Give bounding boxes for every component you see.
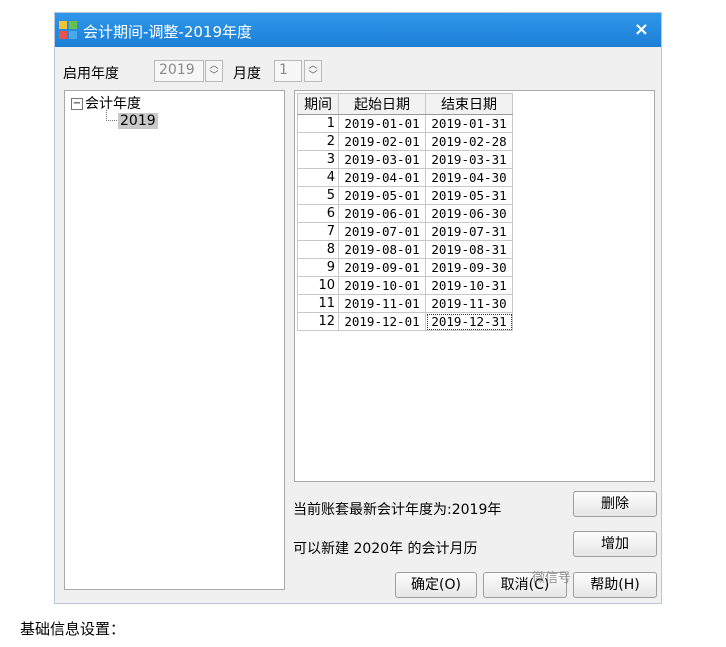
start-date-cell[interactable]: 2019-04-01 <box>338 168 426 187</box>
start-year-label: 启用年度 <box>63 66 119 82</box>
add-button[interactable]: 增加 <box>573 531 657 557</box>
period-cell[interactable]: 8 <box>297 240 339 259</box>
period-cell[interactable]: 10 <box>297 276 339 295</box>
period-cell[interactable]: 7 <box>297 222 339 241</box>
table-row[interactable]: 9 2019-09-01 2019-09-30 <box>297 258 513 277</box>
new-calendar-text: 可以新建 2020年 的会计月历 <box>293 541 478 557</box>
start-year-value: 2019 <box>159 62 195 78</box>
start-date-cell[interactable]: 2019-05-01 <box>338 186 426 205</box>
accounting-period-dialog: 会计期间-调整-2019年度 × 启用年度 2019 ︿ ﹀ 月度 1 ︿ ﹀ … <box>54 12 662 604</box>
ok-button[interactable]: 确定(O) <box>395 572 477 598</box>
watermark: 微信号 <box>532 571 572 586</box>
start-date-cell[interactable]: 2019-06-01 <box>338 204 426 223</box>
spin-down-icon[interactable]: ﹀ <box>308 72 318 81</box>
tree-connector <box>106 110 117 121</box>
start-date-cell[interactable]: 2019-07-01 <box>338 222 426 241</box>
end-date-cell[interactable]: 2019-03-31 <box>425 150 513 169</box>
period-cell[interactable]: 11 <box>297 294 339 313</box>
spin-down-icon[interactable]: ﹀ <box>209 72 219 81</box>
table-row[interactable]: 7 2019-07-01 2019-07-31 <box>297 222 513 241</box>
period-table-panel: 期间 起始日期 结束日期 1 2019-01-01 2019-01-31 2 2019-… <box>294 90 655 482</box>
start-date-cell[interactable]: 2019-12-01 <box>338 312 426 331</box>
table-row[interactable]: 1 2019-01-01 2019-01-31 <box>297 114 513 133</box>
start-date-cell[interactable]: 2019-08-01 <box>338 240 426 259</box>
end-date-cell[interactable]: 2019-07-31 <box>425 222 513 241</box>
table-row[interactable]: 11 2019-11-01 2019-11-30 <box>297 294 513 313</box>
period-cell[interactable]: 9 <box>297 258 339 277</box>
period-cell[interactable]: 3 <box>297 150 339 169</box>
start-date-cell[interactable]: 2019-01-01 <box>338 114 426 133</box>
start-year-field[interactable]: 2019 <box>154 60 204 82</box>
end-date-cell[interactable]: 2019-06-30 <box>425 204 513 223</box>
year-tree: − 会计年度 2019 <box>64 90 285 590</box>
period-cell[interactable]: 5 <box>297 186 339 205</box>
table-row[interactable]: 8 2019-08-01 2019-08-31 <box>297 240 513 259</box>
period-cell[interactable]: 4 <box>297 168 339 187</box>
collapse-icon[interactable]: − <box>71 98 83 110</box>
period-cell[interactable]: 1 <box>297 114 339 133</box>
col-header-end-date[interactable]: 结束日期 <box>425 93 513 115</box>
period-cell[interactable]: 12 <box>297 312 339 331</box>
start-date-cell[interactable]: 2019-03-01 <box>338 150 426 169</box>
end-date-cell[interactable]: 2019-09-30 <box>425 258 513 277</box>
end-date-cell[interactable]: 2019-01-31 <box>425 114 513 133</box>
table-row[interactable]: 3 2019-03-01 2019-03-31 <box>297 150 513 169</box>
title-bar[interactable]: 会计期间-调整-2019年度 × <box>55 13 661 47</box>
end-date-cell[interactable]: 2019-08-31 <box>425 240 513 259</box>
table-row[interactable]: 10 2019-10-01 2019-10-31 <box>297 276 513 295</box>
close-icon[interactable]: × <box>634 19 649 40</box>
col-header-period[interactable]: 期间 <box>297 93 339 115</box>
table-row[interactable]: 2 2019-02-01 2019-02-28 <box>297 132 513 151</box>
table-row[interactable]: 4 2019-04-01 2019-04-30 <box>297 168 513 187</box>
month-field[interactable]: 1 <box>274 60 302 82</box>
caption-text: 基础信息设置： <box>20 620 126 638</box>
table-row[interactable]: 6 2019-06-01 2019-06-30 <box>297 204 513 223</box>
table-row[interactable]: 12 2019-12-01 2019-12-31 <box>297 312 513 331</box>
period-cell[interactable]: 6 <box>297 204 339 223</box>
start-date-cell[interactable]: 2019-02-01 <box>338 132 426 151</box>
help-button[interactable]: 帮助(H) <box>573 572 657 598</box>
month-spinner[interactable]: ︿ ﹀ <box>304 60 322 82</box>
start-date-cell[interactable]: 2019-11-01 <box>338 294 426 313</box>
end-date-cell[interactable]: 2019-05-31 <box>425 186 513 205</box>
app-icon <box>59 21 77 39</box>
start-date-cell[interactable]: 2019-09-01 <box>338 258 426 277</box>
window-title: 会计期间-调整-2019年度 <box>83 23 252 41</box>
spin-up-icon[interactable]: ︿ <box>209 62 219 71</box>
start-year-spinner[interactable]: ︿ ﹀ <box>205 60 223 82</box>
month-value: 1 <box>279 62 288 78</box>
col-header-start-date[interactable]: 起始日期 <box>338 93 426 115</box>
latest-year-text: 当前账套最新会计年度为:2019年 <box>293 502 502 518</box>
period-cell[interactable]: 2 <box>297 132 339 151</box>
spin-up-icon[interactable]: ︿ <box>308 62 318 71</box>
period-table: 期间 起始日期 结束日期 1 2019-01-01 2019-01-31 2 2019-… <box>297 93 513 331</box>
table-row[interactable]: 5 2019-05-01 2019-05-31 <box>297 186 513 205</box>
end-date-cell[interactable]: 2019-12-31 <box>425 312 513 331</box>
end-date-cell[interactable]: 2019-04-30 <box>425 168 513 187</box>
end-date-cell[interactable]: 2019-11-30 <box>425 294 513 313</box>
tree-node-2019[interactable]: 2019 <box>118 113 158 129</box>
end-date-cell[interactable]: 2019-10-31 <box>425 276 513 295</box>
month-label: 月度 <box>233 66 261 82</box>
start-date-cell[interactable]: 2019-10-01 <box>338 276 426 295</box>
end-date-cell[interactable]: 2019-02-28 <box>425 132 513 151</box>
delete-button[interactable]: 删除 <box>573 491 657 517</box>
